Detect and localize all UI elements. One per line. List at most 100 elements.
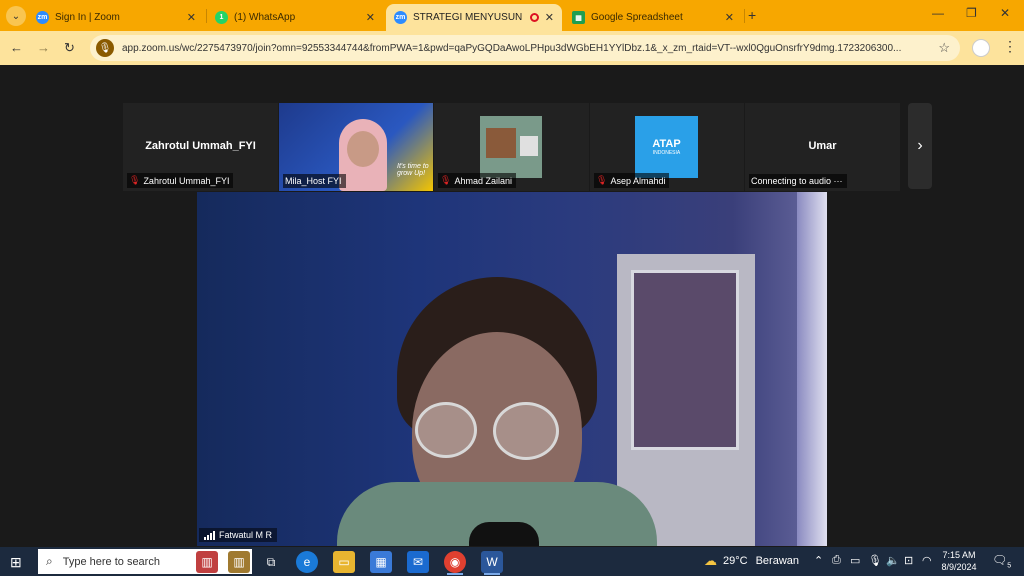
task-view-icon[interactable]: ⧉ — [260, 551, 282, 573]
tile-banner-text: It's time to grow Up! — [397, 163, 429, 177]
mic-muted-icon: 🎙 — [129, 175, 141, 185]
url-text[interactable]: app.zoom.us/wc/2275473970/join?omn=92553… — [122, 43, 932, 54]
participant-tile[interactable]: Zahrotul Ummah_FYI 🎙 Zahrotul Ummah_FYI — [123, 103, 278, 191]
reload-icon[interactable]: ↻ — [64, 40, 75, 56]
signal-bars-icon — [204, 530, 215, 540]
chevron-down-icon: ⌄ — [11, 10, 21, 22]
tab-separator — [744, 9, 745, 23]
taskbar-search-box[interactable]: ⌕ Type here to search — [38, 549, 252, 574]
logo-text: ATAP — [652, 138, 681, 150]
tab-title: Google Spreadsheet — [591, 12, 683, 23]
recording-icon — [529, 13, 539, 22]
clock-time: 7:15 AM — [942, 550, 976, 560]
restore-icon[interactable]: ❐ — [966, 6, 977, 20]
video-background — [797, 192, 827, 546]
main-speaker-label: Fatwatul M R — [199, 528, 278, 542]
notification-count: 5 — [1007, 562, 1012, 570]
windows-taskbar: ⊞ ⌕ Type here to search ▥ ▥ ⧉ e ▭ ▦ ✉ ◉ … — [0, 547, 1024, 576]
file-explorer-icon[interactable]: ▭ — [333, 551, 355, 573]
active-app-indicator — [484, 573, 500, 575]
participant-logo: ATAP INDONESIA — [635, 116, 698, 178]
speaker-figure — [469, 522, 539, 546]
participant-name: Zahrotul Ummah_FYI — [143, 175, 230, 186]
tab-strip: ⌄ zm Sign In | Zoom ✕ 1 (1) WhatsApp ✕ z… — [0, 0, 1024, 31]
close-icon[interactable]: ✕ — [187, 11, 196, 24]
mic-muted-icon: 🎙 — [440, 175, 452, 185]
tab-title: STRATEGI MENYUSUN KON — [413, 12, 524, 23]
bookmark-star-icon[interactable]: ☆ — [938, 40, 950, 56]
books-icon[interactable]: ▥ — [228, 551, 250, 573]
participant-tile[interactable]: ATAP INDONESIA 🎙 Asep Almahdi — [590, 103, 744, 191]
participant-name: Connecting to audio ··· — [751, 176, 843, 186]
participant-name-large: Zahrotul Ummah_FYI — [145, 140, 256, 152]
close-icon[interactable]: ✕ — [366, 11, 375, 24]
volume-icon[interactable]: 🔈 — [886, 554, 900, 567]
sheets-icon: ▦ — [572, 11, 585, 24]
zoom-icon: zm — [394, 11, 407, 24]
participant-tile[interactable]: It's time to grow Up! Mila_Host FYI — [279, 103, 433, 191]
participant-face — [347, 131, 379, 167]
back-arrow-icon[interactable]: ← — [10, 40, 23, 55]
microphone-icon[interactable]: 🎙 — [96, 39, 114, 57]
speaker-figure — [415, 402, 477, 458]
video-background — [631, 270, 739, 450]
participant-name: Mila_Host FYI — [285, 176, 342, 186]
more-menu-icon[interactable]: ⋮ — [1003, 38, 1017, 55]
meet-icon[interactable]: ⎙ — [832, 554, 841, 567]
participant-tile[interactable]: Umar Connecting to audio ··· — [745, 103, 900, 191]
mic-muted-icon: 🎙 — [596, 175, 608, 185]
display-icon[interactable]: ⊡ — [904, 554, 913, 567]
tab-sign-in-zoom[interactable]: zm Sign In | Zoom ✕ — [28, 4, 204, 31]
chevron-up-icon[interactable]: ⌃ — [814, 554, 823, 567]
tab-title: Sign In | Zoom — [55, 12, 120, 23]
forward-arrow-icon[interactable]: → — [37, 40, 50, 55]
search-placeholder: Type here to search — [62, 555, 160, 568]
participant-label: 🎙 Zahrotul Ummah_FYI — [127, 173, 234, 188]
profile-avatar[interactable] — [972, 39, 990, 57]
search-icon: ⌕ — [46, 554, 53, 568]
photo-building — [486, 128, 516, 158]
participant-name: Asep Almahdi — [610, 175, 666, 186]
books-icon[interactable]: ▥ — [196, 551, 218, 573]
minimize-icon[interactable]: — — [932, 6, 944, 20]
close-icon[interactable]: ✕ — [725, 11, 734, 24]
chrome-icon[interactable]: ◉ — [444, 551, 466, 573]
participant-label: 🎙 Asep Almahdi — [594, 173, 670, 188]
main-speaker-name: Fatwatul M R — [219, 530, 273, 540]
address-bar[interactable]: 🎙 app.zoom.us/wc/2275473970/join?omn=925… — [90, 35, 960, 61]
close-icon[interactable]: ✕ — [545, 11, 554, 24]
new-tab-button[interactable]: + — [748, 7, 756, 23]
participant-label: 🎙 Ahmad Zailani — [438, 173, 516, 188]
battery-icon[interactable]: ▭ — [850, 554, 860, 567]
tab-search-button[interactable]: ⌄ — [6, 6, 26, 26]
windows-start-icon[interactable]: ⊞ — [10, 554, 22, 571]
temperature: 29°C — [723, 555, 748, 567]
main-speaker-video[interactable] — [197, 192, 827, 546]
wifi-icon[interactable]: ◠ — [922, 554, 932, 567]
mail-icon[interactable]: ✉ — [407, 551, 429, 573]
store-icon[interactable]: ▦ — [370, 551, 392, 573]
clock-date: 8/9/2024 — [941, 562, 977, 572]
photo-sign — [520, 136, 538, 156]
clock[interactable]: 7:15 AM 8/9/2024 — [936, 549, 982, 573]
whatsapp-icon: 1 — [215, 11, 228, 24]
word-icon[interactable]: W — [481, 551, 503, 573]
close-window-icon[interactable]: ✕ — [1000, 6, 1010, 20]
participant-label: Mila_Host FYI — [283, 174, 346, 188]
notification-center-icon[interactable]: 🗨5 — [992, 553, 1011, 569]
participant-tile[interactable]: 🎙 Ahmad Zailani — [434, 103, 589, 191]
logo-subtext: INDONESIA — [652, 150, 681, 156]
tab-whatsapp[interactable]: 1 (1) WhatsApp ✕ — [207, 4, 383, 31]
weather-widget[interactable]: ☁ 29°C Berawan — [704, 553, 799, 569]
participant-label: Connecting to audio ··· — [749, 174, 847, 188]
next-page-button[interactable]: › — [908, 103, 932, 189]
active-app-indicator — [447, 573, 463, 575]
edge-icon[interactable]: e — [296, 551, 318, 573]
chevron-right-icon: › — [917, 137, 923, 154]
zoom-icon: zm — [36, 11, 49, 24]
tab-strategi-menyusun[interactable]: zm STRATEGI MENYUSUN KON ✕ — [386, 4, 562, 31]
participant-name: Ahmad Zailani — [454, 175, 512, 186]
microphone-icon[interactable]: 🎙 — [868, 554, 882, 567]
tab-google-spreadsheet[interactable]: ▦ Google Spreadsheet ✕ — [564, 4, 742, 31]
weather-condition: Berawan — [755, 555, 799, 567]
